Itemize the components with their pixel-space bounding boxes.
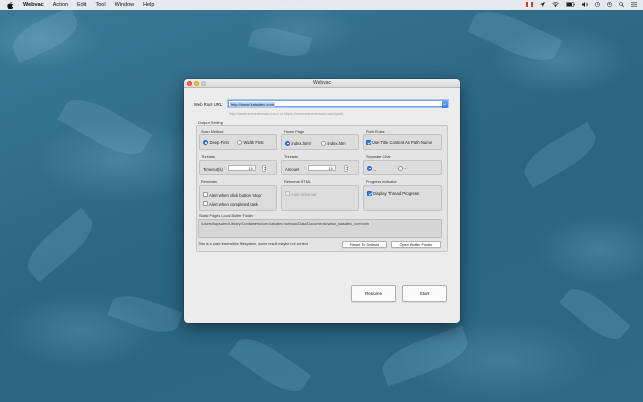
separate-char-title: Separate Char (366, 154, 391, 159)
flag-icon[interactable] (525, 1, 534, 9)
menu-edit[interactable]: Edit (77, 2, 86, 8)
filesystem-note: This is a case insensitive filesystem, s… (198, 242, 308, 246)
threads-timeout-title: Threads (201, 154, 215, 159)
progress-title: Progress Indicator (366, 180, 397, 184)
label-deep-first: Deep First (209, 140, 229, 146)
url-input[interactable]: http://www.kaisatec.com (228, 100, 448, 108)
progress-box (363, 185, 442, 211)
checkbox-alert-completed[interactable] (203, 201, 208, 206)
radio-deep-first[interactable] (203, 140, 208, 145)
label-index-html: index.html (291, 140, 311, 146)
checkbox-use-title[interactable] (366, 140, 372, 145)
resume-button[interactable]: Resume (351, 285, 396, 302)
path-rules-title: Path Rules (366, 129, 385, 134)
start-button[interactable]: Start (402, 285, 447, 302)
checkmark-icon (368, 192, 373, 196)
menu-help[interactable]: Help (143, 2, 154, 8)
menu-action[interactable]: Action (53, 2, 68, 8)
radio-hyphen[interactable] (398, 165, 403, 171)
amount-input[interactable]: 10 (308, 165, 336, 171)
checkmark-icon (367, 142, 372, 145)
menu-app-name[interactable]: Webvac (23, 2, 44, 8)
menu-bar: Webvac Action Edit Tool Window Help (0, 0, 643, 10)
label-width-first: Width First (243, 140, 264, 146)
open-buffer-button[interactable]: Open Buffer Folder (391, 241, 441, 248)
label-alert-completed: Alert when completed task (209, 201, 259, 207)
url-dropdown-button[interactable] (441, 100, 448, 108)
buffer-title: Static Pages Local Buffer Folder (199, 214, 254, 218)
timeout-input[interactable]: 10 (228, 165, 256, 171)
clock-icon[interactable] (595, 1, 600, 9)
label-index-htm: index.htm (327, 140, 346, 146)
radio-underscore[interactable] (367, 165, 372, 171)
timeout-label: Timeout(s) (203, 166, 223, 172)
radio-index-htm[interactable] (321, 140, 326, 146)
search-icon[interactable] (619, 1, 624, 9)
label-hyphen: - (404, 165, 406, 171)
battery-icon[interactable] (566, 1, 575, 9)
menu-window[interactable]: Window (115, 2, 135, 8)
apple-menu-icon[interactable] (7, 1, 15, 9)
threads-amount-title: Threads (284, 154, 298, 159)
status-menus (525, 0, 637, 10)
label-auto-reformat: Auto reformat (291, 191, 317, 197)
scan-method-title: Scan Method (201, 129, 224, 134)
reset-default-button[interactable]: Reset To Default (342, 241, 387, 248)
menu-tool[interactable]: Tool (95, 2, 105, 8)
amount-label: Amount (285, 166, 300, 172)
chevron-down-icon (443, 103, 446, 106)
location-arrow-icon[interactable] (540, 1, 545, 9)
label-display-progress: Display Thread Progress (373, 191, 420, 196)
reformat-title: Reformat HTML (284, 180, 312, 184)
url-label: Web Root URL: (194, 101, 224, 107)
main-window: Webvac Web Root URL: http://www.kaisatec… (184, 79, 460, 323)
checkbox-auto-reformat[interactable] (285, 191, 290, 196)
zoom-button[interactable] (201, 81, 206, 86)
label-alert-stop: Alert when click button 'stop' (209, 192, 262, 198)
url-hint: http://www.somedomain.com/ or https://ww… (229, 112, 343, 116)
reminder-title: Reminder (201, 180, 218, 184)
minimize-button[interactable] (194, 81, 199, 86)
reminder-box (199, 185, 277, 211)
label-use-title: Use Title Content As Path Name (372, 140, 433, 146)
radio-width-first[interactable] (237, 140, 242, 145)
wifi-icon[interactable] (552, 1, 559, 9)
timeout-stepper[interactable] (262, 164, 266, 172)
reformat-box (281, 185, 359, 211)
checkbox-alert-stop[interactable] (203, 192, 208, 197)
home-page-title: Home Page (284, 129, 305, 134)
label-underscore: _ (373, 165, 376, 171)
amount-stepper[interactable] (344, 164, 348, 172)
volume-icon[interactable] (582, 1, 588, 9)
close-button[interactable] (187, 81, 192, 86)
title-bar[interactable]: Webvac (184, 79, 460, 88)
user-icon[interactable] (607, 1, 612, 9)
menu-list-icon[interactable] (631, 2, 637, 9)
checkbox-display-progress[interactable] (367, 190, 373, 196)
url-value: http://www.kaisatec.com (230, 101, 275, 107)
buffer-path-field[interactable]: /Users/kaysatec/Library/Containers/com.k… (198, 219, 442, 238)
radio-index-html[interactable] (285, 140, 290, 146)
window-title: Webvac (313, 80, 331, 86)
